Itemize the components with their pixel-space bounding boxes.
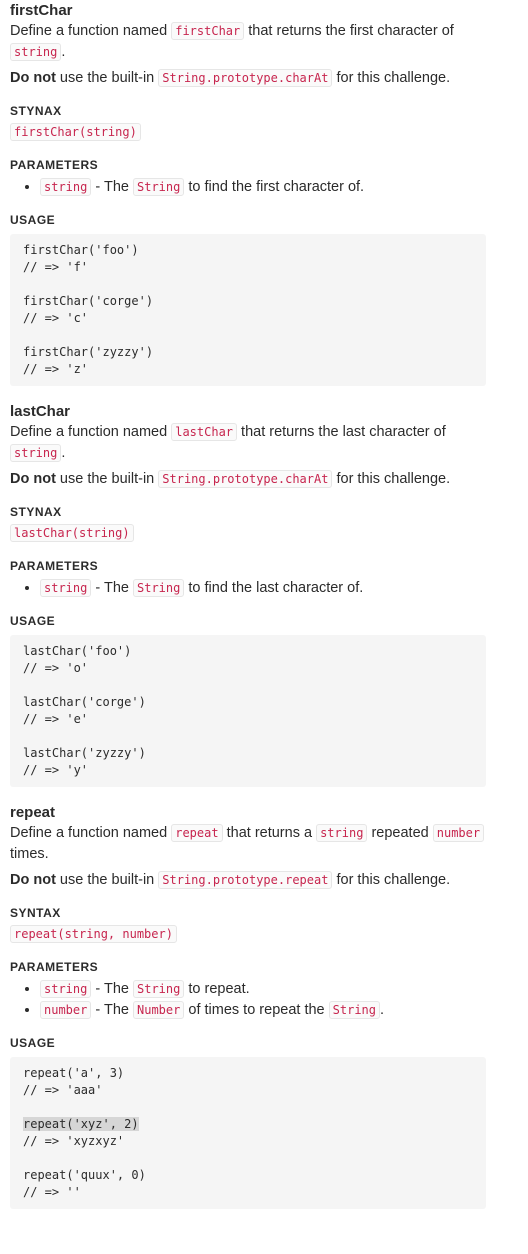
inline-code: repeat: [171, 824, 223, 842]
parameter-item: string - The String to find the last cha…: [40, 578, 518, 599]
inline-code: number: [432, 824, 485, 842]
usage-code-block: firstChar('foo')// => 'f'​firstChar('cor…: [10, 234, 486, 386]
section-title: repeat: [10, 804, 56, 821]
inline-code: String.prototype.charAt: [158, 69, 333, 87]
description: Define a function named lastChar that re…: [10, 423, 446, 462]
usage-code-block: lastChar('foo')// => 'o'​lastChar('corge…: [10, 635, 486, 787]
parameters-list: string - The String to repeat. number - …: [10, 979, 518, 1021]
note: Do not use the built-in String.prototype…: [10, 470, 451, 488]
inline-code: string: [10, 43, 62, 61]
syntax-code: firstChar(string): [10, 123, 141, 141]
section-title: firstChar: [10, 2, 73, 19]
note: Do not use the built-in String.prototype…: [10, 871, 451, 889]
parameters-label: PARAMETERS: [10, 960, 99, 974]
usage-label: USAGE: [10, 213, 56, 227]
section-lastchar: lastChar Define a function named lastCha…: [10, 402, 518, 787]
syntax-code: repeat(string, number): [10, 925, 177, 943]
section-repeat: repeat Define a function named repeat th…: [10, 803, 518, 1209]
inline-code: firstChar: [171, 22, 245, 40]
usage-code-block: repeat('a', 3)// => 'aaa'​repeat('xyz', …: [10, 1057, 486, 1209]
usage-label: USAGE: [10, 614, 56, 628]
section-firstchar: firstChar Define a function named firstC…: [10, 0, 518, 386]
parameter-item: number - The Number of times to repeat t…: [40, 1000, 518, 1021]
inline-code: lastChar: [171, 423, 238, 441]
syntax-code: lastChar(string): [10, 524, 134, 542]
parameters-label: PARAMETERS: [10, 559, 99, 573]
section-title: lastChar: [10, 403, 71, 420]
highlighted-code[interactable]: repeat('xyz', 2): [23, 1117, 139, 1131]
parameters-label: PARAMETERS: [10, 158, 99, 172]
document-page: firstChar Define a function named firstC…: [0, 0, 528, 1209]
note: Do not use the built-in String.prototype…: [10, 69, 451, 87]
description: Define a function named repeat that retu…: [10, 823, 518, 865]
parameters-list: string - The String to find the first ch…: [10, 177, 518, 198]
description: Define a function named firstChar that r…: [10, 22, 454, 61]
parameter-item: string - The String to find the first ch…: [40, 177, 518, 198]
inline-code: String.prototype.charAt: [158, 470, 333, 488]
inline-code: String.prototype.repeat: [158, 871, 333, 889]
parameter-item: string - The String to repeat.: [40, 979, 518, 1000]
syntax-label: STYNAX: [10, 104, 62, 118]
inline-code: string: [316, 824, 368, 842]
syntax-label: STYNAX: [10, 505, 62, 519]
usage-label: USAGE: [10, 1036, 56, 1050]
syntax-label: SYNTAX: [10, 906, 61, 920]
parameters-list: string - The String to find the last cha…: [10, 578, 518, 599]
inline-code: string: [10, 444, 62, 462]
